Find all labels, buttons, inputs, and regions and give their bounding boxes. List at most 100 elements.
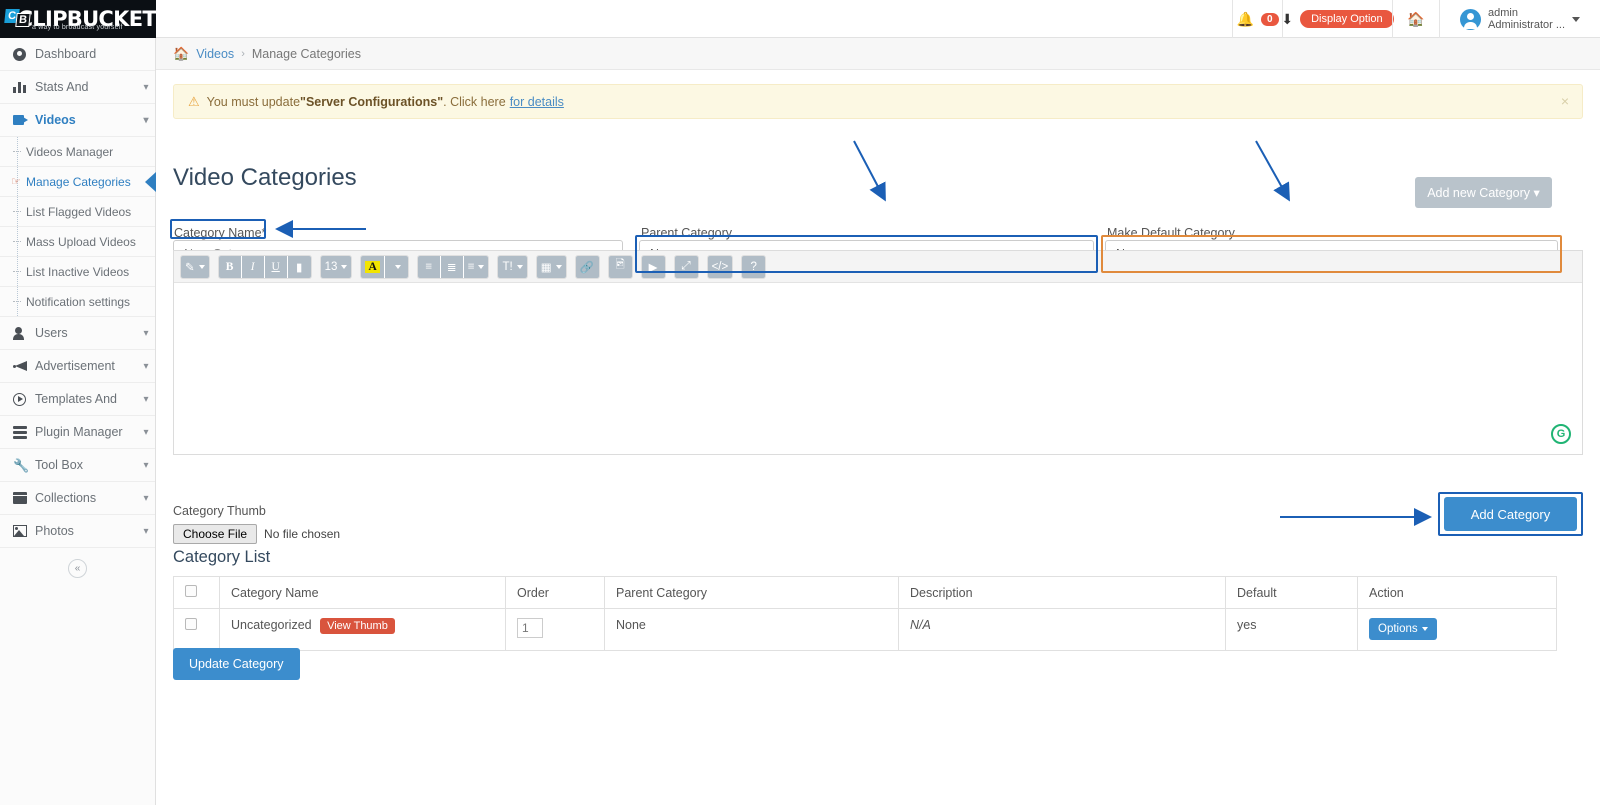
options-button[interactable]: Options — [1369, 618, 1437, 640]
ordered-list-icon[interactable]: ≣ — [440, 255, 464, 278]
alert-text-before: You must update — [206, 94, 301, 109]
sidebar-item-tool-box[interactable]: 🔧 Tool Box ▾ — [0, 449, 155, 482]
sidebar-item-videos-manager[interactable]: Videos Manager — [0, 137, 155, 167]
chevron-down-icon[interactable]: ▾ — [137, 328, 155, 339]
toolbar-group-view: ⤢ — [673, 254, 699, 279]
clear-format-icon[interactable]: ▮ — [287, 255, 311, 278]
sidebar-item-advertisement[interactable]: Advertisement ▾ — [0, 350, 155, 383]
row-checkbox[interactable] — [185, 618, 197, 630]
help-icon[interactable]: ? — [742, 255, 766, 278]
chevron-down-icon[interactable]: ▾ — [137, 526, 155, 537]
chevron-down-icon[interactable]: ▾ — [137, 115, 155, 126]
brand-tagline: a way to broadcast yourself — [32, 24, 123, 31]
breadcrumb-link-videos[interactable]: Videos — [196, 47, 234, 61]
color-dropdown-icon[interactable] — [384, 255, 408, 278]
make-default-category-label: Make Default Category — [1107, 226, 1235, 240]
sidebar-item-users[interactable]: Users ▾ — [0, 317, 155, 350]
add-category-button[interactable]: Add Category — [1444, 497, 1577, 531]
toolbar-group-format: B I U ▮ — [217, 254, 312, 279]
sidebar-item-photos[interactable]: Photos ▾ — [0, 515, 155, 548]
logo-letter-b: B — [15, 13, 31, 27]
select-all-checkbox[interactable] — [185, 585, 197, 597]
video-icon[interactable]: ▶ — [641, 255, 665, 278]
sidebar-item-stats-and[interactable]: Stats And ▾ — [0, 71, 155, 104]
picture-icon[interactable]: 🖻 — [608, 255, 632, 278]
column-header-category-name: Category Name — [219, 576, 506, 609]
sidebar-item-mass-upload-videos[interactable]: Mass Upload Videos — [0, 227, 155, 257]
display-option-cell[interactable]: ⬇ Display Option — [1281, 0, 1394, 38]
sidebar-item-manage-categories[interactable]: ☞ Manage Categories — [0, 167, 156, 197]
choose-file-button[interactable]: Choose File — [173, 524, 258, 544]
code-view-icon[interactable]: </> — [707, 255, 733, 278]
sidebar-item-notification-settings[interactable]: Notification settings — [0, 287, 155, 317]
home-icon[interactable]: 🏠 — [173, 46, 189, 62]
underline-icon[interactable]: U — [264, 255, 288, 278]
add-new-category-button[interactable]: Add new Category ▾ — [1415, 177, 1552, 208]
chevron-down-icon[interactable] — [1572, 16, 1581, 22]
text-highlight-color-icon[interactable]: A — [361, 255, 385, 278]
editor-text-area[interactable]: G — [174, 283, 1582, 454]
row-select-cell — [173, 608, 220, 651]
style-brush-icon[interactable]: ✎ — [181, 255, 209, 278]
sidebar-item-plugin-manager[interactable]: Plugin Manager ▾ — [0, 416, 155, 449]
update-category-button[interactable]: Update Category — [173, 648, 300, 680]
notifications-cell[interactable]: 🔔 0 — [1232, 0, 1282, 38]
sidebar-subitem-label: List Flagged Videos — [26, 204, 132, 219]
line-height-icon[interactable]: T! — [498, 255, 527, 278]
sidebar-item-videos[interactable]: Videos ▾ — [0, 104, 155, 137]
bold-icon[interactable]: B — [218, 255, 242, 278]
paragraph-align-icon[interactable]: ≡ — [463, 255, 489, 278]
chevron-down-icon[interactable]: ▾ — [137, 493, 155, 504]
collapse-sidebar-icon[interactable]: « — [68, 558, 87, 578]
sidebar-item-label: Tool Box — [35, 458, 83, 472]
folder-icon — [13, 492, 35, 504]
close-icon[interactable]: × — [1561, 93, 1569, 109]
link-icon[interactable]: 🔗 — [575, 255, 599, 278]
sidebar-item-list-flagged-videos[interactable]: List Flagged Videos — [0, 197, 155, 227]
column-header-description: Description — [898, 576, 1226, 609]
bar-chart-icon — [13, 81, 35, 93]
chevron-down-icon[interactable]: ▾ — [137, 82, 155, 93]
sidebar-subitem-label: Videos Manager — [26, 144, 114, 159]
chevron-down-icon[interactable]: ▾ — [137, 361, 155, 372]
italic-icon[interactable]: I — [241, 255, 265, 278]
server-config-alert: ⚠ You must update "Server Configurations… — [173, 84, 1583, 119]
font-size-icon[interactable]: 13 — [320, 255, 352, 278]
sidebar-item-collections[interactable]: Collections ▾ — [0, 482, 155, 515]
bell-icon[interactable]: 🔔 — [1237, 11, 1254, 28]
chevron-down-icon[interactable]: ▾ — [137, 460, 155, 471]
order-input[interactable]: 1 — [517, 618, 543, 638]
main-content: 🏠 Videos › Manage Categories ⚠ You must … — [156, 38, 1600, 805]
column-header-default: Default — [1225, 576, 1358, 609]
view-thumb-badge[interactable]: View Thumb — [320, 618, 395, 634]
notification-count-badge: 0 — [1260, 12, 1279, 26]
unordered-list-icon[interactable]: ≡ — [417, 255, 441, 278]
brand-logo[interactable]: C B CLIPBUCKET a way to broadcast yourse… — [0, 0, 156, 38]
cell-order: 1 — [505, 608, 605, 651]
server-icon — [13, 425, 35, 439]
sidebar: Dashboard Stats And ▾ Videos ▾ Videos Ma… — [0, 38, 156, 805]
category-thumb-file-row[interactable]: Choose File No file chosen — [173, 524, 340, 544]
toolbar-group-style: ✎ — [180, 254, 210, 279]
chevron-down-icon[interactable]: ▾ — [137, 394, 155, 405]
tree-dash — [13, 151, 21, 152]
alert-details-link[interactable]: for details — [510, 95, 564, 109]
sidebar-item-list-inactive-videos[interactable]: List Inactive Videos — [0, 257, 155, 287]
toolbar-group-lineheight: T! — [497, 254, 528, 279]
user-menu[interactable]: admin Administrator ... — [1439, 0, 1600, 38]
display-option-button[interactable]: Display Option — [1300, 10, 1394, 28]
sidebar-item-templates-and[interactable]: Templates And ▾ — [0, 383, 155, 416]
chevron-down-icon: ▾ — [1533, 186, 1540, 200]
sidebar-item-dashboard[interactable]: Dashboard — [0, 38, 155, 71]
toolbar-group-color: A — [360, 254, 409, 279]
arrow-to-make-default — [1255, 140, 1290, 202]
home-cell[interactable]: 🏠 — [1392, 0, 1439, 38]
chevron-down-icon[interactable]: ▾ — [137, 427, 155, 438]
home-icon[interactable]: 🏠 — [1407, 11, 1424, 28]
table-row: Uncategorized View Thumb 1 None N/A yes … — [173, 608, 1557, 651]
column-header-parent-category: Parent Category — [604, 576, 899, 609]
download-arrow-icon[interactable]: ⬇ — [1281, 11, 1293, 28]
table-icon[interactable]: ▦ — [536, 255, 566, 278]
fullscreen-icon[interactable]: ⤢ — [674, 255, 698, 278]
grammarly-icon[interactable]: G — [1551, 424, 1571, 444]
